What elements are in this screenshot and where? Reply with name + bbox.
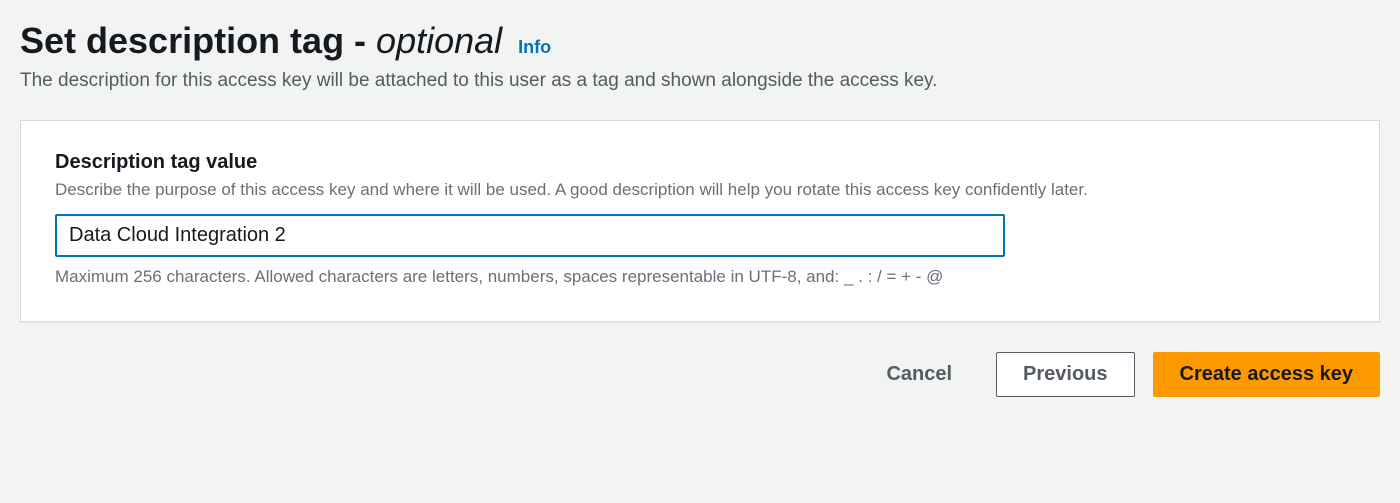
- create-access-key-button[interactable]: Create access key: [1153, 352, 1380, 397]
- previous-button[interactable]: Previous: [996, 352, 1134, 397]
- cancel-button[interactable]: Cancel: [860, 353, 978, 396]
- page-title-optional: optional: [376, 20, 502, 61]
- page-subtitle: The description for this access key will…: [20, 70, 1380, 92]
- info-link[interactable]: Info: [518, 37, 551, 57]
- description-tag-label: Description tag value: [55, 151, 1345, 174]
- page-title: Set description tag - optional: [20, 20, 512, 61]
- page-title-main: Set description tag -: [20, 20, 376, 61]
- page-header: Set description tag - optional Info The …: [20, 20, 1380, 92]
- description-tag-card: Description tag value Describe the purpo…: [20, 120, 1380, 322]
- description-tag-constraint: Maximum 256 characters. Allowed characte…: [55, 267, 1345, 287]
- description-tag-hint: Describe the purpose of this access key …: [55, 178, 1345, 202]
- footer-buttons: Cancel Previous Create access key: [20, 352, 1380, 397]
- description-tag-input[interactable]: [55, 214, 1005, 257]
